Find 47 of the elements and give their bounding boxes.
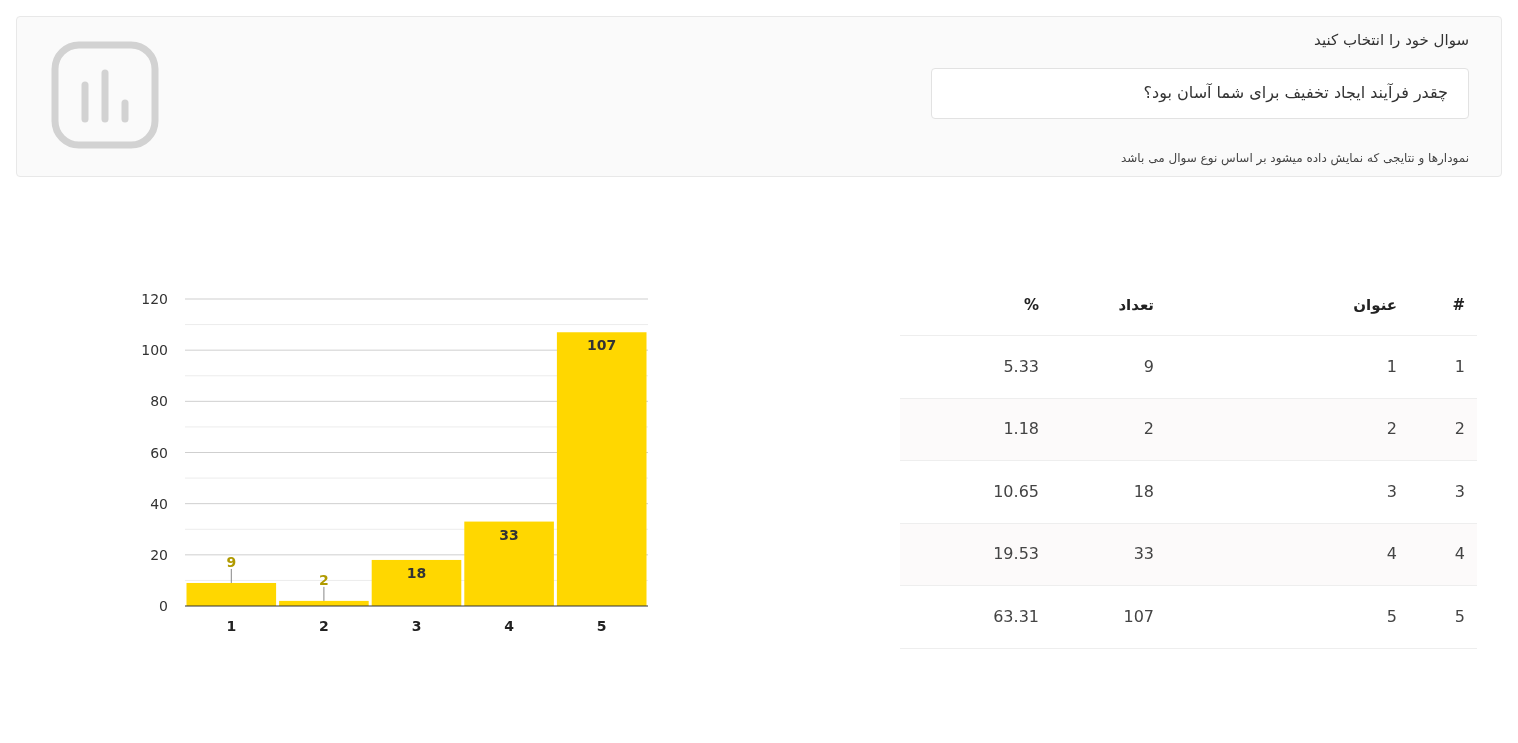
y-axis-label: 0 (159, 598, 168, 614)
table-cell: 3 (1454, 481, 1465, 501)
question-field[interactable]: چقدر فرآیند ایجاد تخفیف برای شما آسان بود؟ (931, 67, 1469, 119)
table-cell: 3 (1386, 481, 1397, 501)
x-axis-label: 3 (411, 618, 422, 634)
table-cell: 33 (1133, 544, 1154, 564)
table-cell: 10.65 (993, 481, 1039, 501)
bar-value-label: 18 (406, 564, 427, 581)
y-axis-label: 80 (150, 393, 168, 410)
table-cell: 1.18 (1003, 419, 1039, 439)
table-cell: 2 (1143, 419, 1154, 439)
table-cell: 63.31 (993, 606, 1039, 626)
leader-line (323, 586, 325, 602)
table-cell: 19.53 (993, 544, 1039, 564)
table-cell: 5.33 (1003, 356, 1039, 376)
bar-value-label: 33 (499, 526, 519, 543)
column-header: # (1452, 295, 1465, 314)
column-header: تعداد (1118, 295, 1154, 314)
table-cell: 2 (1386, 419, 1397, 439)
x-axis-label: 1 (226, 618, 237, 634)
y-axis-label: 60 (150, 444, 168, 461)
table-cell: 4 (1454, 544, 1465, 564)
y-axis-label: 20 (150, 546, 168, 563)
x-axis-label: 5 (596, 618, 607, 634)
bar-value-label: 9 (226, 553, 237, 570)
y-axis-label: 100 (141, 342, 168, 359)
table-cell: 4 (1386, 544, 1397, 564)
column-header: % (1023, 295, 1039, 314)
x-axis-label: 4 (504, 618, 514, 634)
table-cell: 107 (1123, 606, 1154, 626)
column-header: عنوان (1353, 295, 1397, 314)
table-cell: 5 (1454, 606, 1465, 626)
table-cell: 5 (1386, 606, 1397, 626)
y-axis-label: 40 (150, 495, 168, 512)
leader-line (230, 568, 232, 584)
bar-chart-icon (51, 41, 159, 149)
table-cell: 1 (1454, 356, 1465, 376)
table-cell: 2 (1454, 419, 1465, 439)
note-text: نمودارها و نتایجی که نمایش داده میشود بر اساس نوع سوال می باشد (1121, 149, 1469, 167)
table-cell: 1 (1386, 356, 1397, 376)
question-label: سوال خود را انتخاب کنید (1314, 30, 1469, 51)
y-axis-label: 120 (141, 291, 168, 307)
x-axis-label: 2 (319, 618, 329, 634)
table-cell: 9 (1143, 356, 1154, 376)
bar-value-label: 2 (319, 571, 329, 588)
table-cell: 18 (1133, 481, 1154, 501)
bar-value-label: 107 (587, 337, 617, 354)
